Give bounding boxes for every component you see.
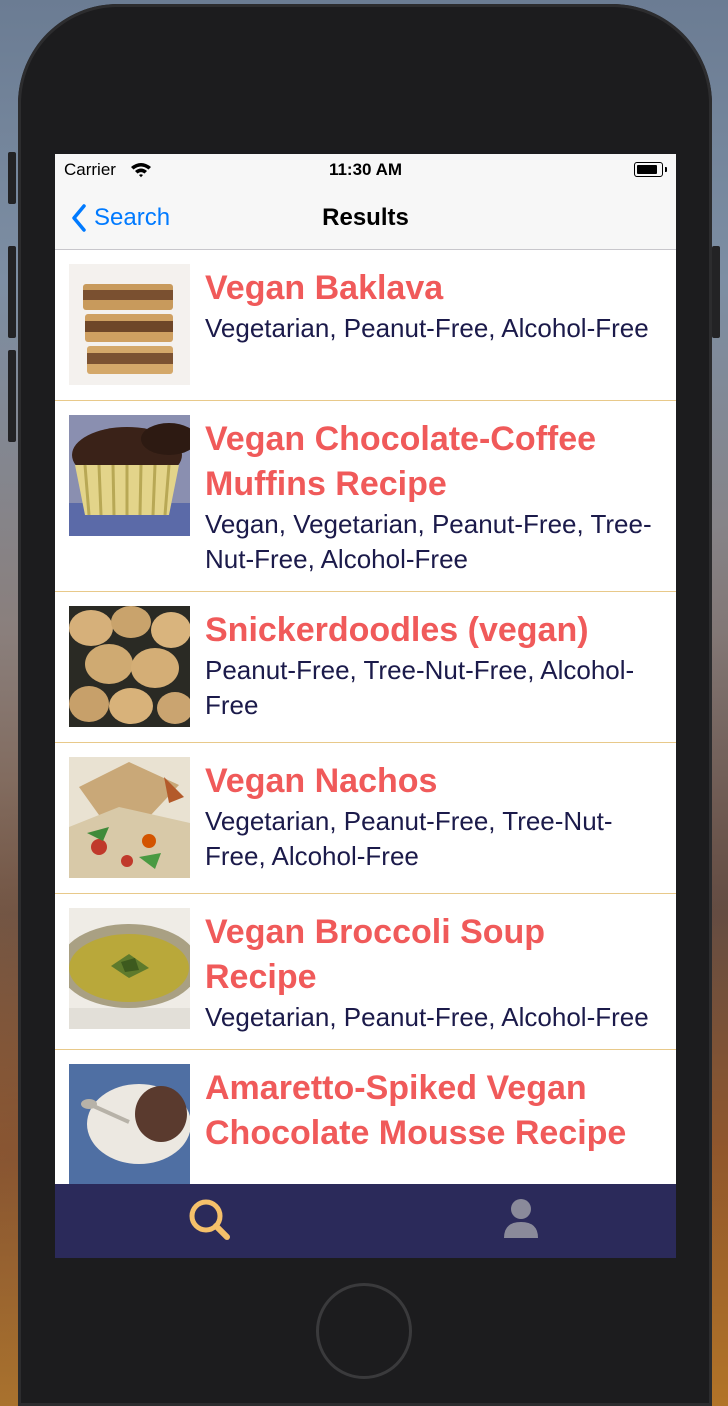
battery-icon [634, 162, 667, 177]
recipe-title: Vegan Nachos [205, 762, 438, 800]
page-title: Results [322, 204, 409, 231]
recipe-thumbnail [69, 264, 190, 385]
volume-up-button [8, 246, 16, 338]
status-time: 11:30 AM [328, 160, 403, 179]
recipe-health-labels: Peanut-Free, Tree-Nut-Free, Alcohol-Free [205, 655, 635, 720]
app-screen: Carrier 11:30 AM Search Results Vegan Ba… [55, 154, 676, 1258]
recipe-title: Vegan Baklava [205, 269, 444, 307]
search-icon [189, 1199, 230, 1240]
recipe-title: Vegan Chocolate-Coffee Muffins Recipe [205, 420, 597, 503]
recipe-row[interactable]: Vegan Broccoli Soup Recipe Vegetarian, P… [55, 894, 676, 1050]
recipe-title: Amaretto-Spiked Vegan Chocolate Mousse R… [205, 1069, 627, 1152]
recipe-row[interactable]: Snickerdoodles (vegan) Peanut-Free, Tree… [55, 592, 676, 743]
recipe-thumbnail [69, 1064, 190, 1184]
tab-bar [55, 1184, 676, 1258]
recipe-thumbnail [69, 606, 190, 727]
recipe-row[interactable]: Vegan Baklava Vegetarian, Peanut-Free, A… [55, 250, 676, 401]
recipe-health-labels: Vegan, Vegetarian, Peanut-Free, Tree-Nut… [205, 509, 652, 574]
recipe-row[interactable]: Amaretto-Spiked Vegan Chocolate Mousse R… [55, 1050, 676, 1184]
tab-search[interactable] [179, 1192, 239, 1248]
tab-profile[interactable] [491, 1192, 551, 1248]
recipe-health-labels: Vegetarian, Peanut-Free, Tree-Nut-Free, … [205, 806, 613, 871]
recipe-row[interactable]: Vegan Chocolate-Coffee Muffins Recipe Ve… [55, 401, 676, 592]
power-button [712, 246, 720, 338]
home-button[interactable] [316, 1283, 412, 1379]
navigation-bar: Search Results [55, 186, 676, 250]
recipe-row[interactable]: Vegan Nachos Vegetarian, Peanut-Free, Tr… [55, 743, 676, 894]
recipe-title: Snickerdoodles (vegan) [205, 611, 589, 649]
recipe-thumbnail [69, 757, 190, 878]
recipe-health-labels: Vegetarian, Peanut-Free, Alcohol-Free [205, 313, 649, 343]
recipe-title: Vegan Broccoli Soup Recipe [205, 913, 546, 996]
recipe-thumbnail [69, 415, 190, 536]
volume-down-button [8, 350, 16, 442]
recipe-health-labels: Vegetarian, Peanut-Free, Alcohol-Free [205, 1002, 649, 1032]
recipe-thumbnail [69, 908, 190, 1029]
mute-switch [8, 152, 16, 204]
user-icon [504, 1199, 538, 1238]
recipe-list[interactable]: Vegan Baklava Vegetarian, Peanut-Free, A… [55, 250, 676, 1184]
status-bar: Carrier 11:30 AM [55, 154, 676, 186]
